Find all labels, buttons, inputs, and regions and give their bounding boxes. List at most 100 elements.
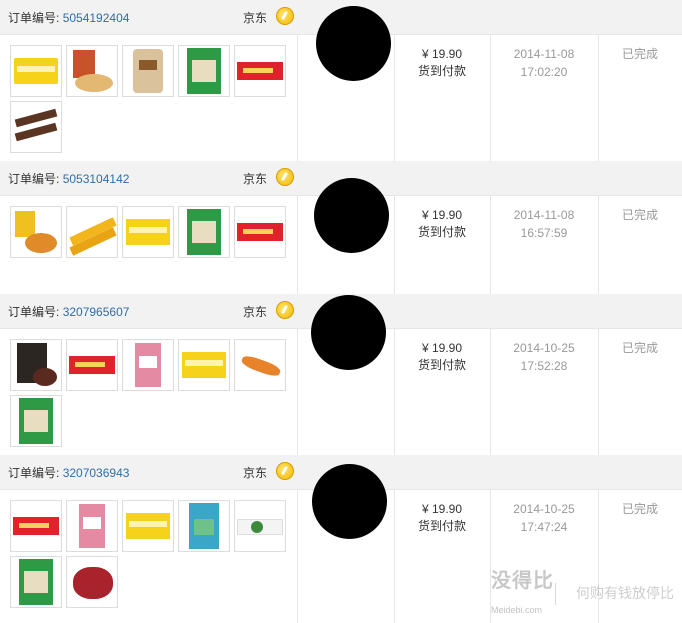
avatar-redacted <box>316 6 391 81</box>
wafer-window-icon <box>192 221 216 243</box>
payment-method: 货到付款 <box>417 225 466 239</box>
order-number-label: 订单编号: <box>8 172 60 186</box>
product-thumbnail[interactable] <box>10 206 62 258</box>
wafer-stripe-icon <box>75 362 105 367</box>
order-status: 已完成 <box>621 47 658 61</box>
wafer-stripe-icon <box>243 229 273 234</box>
order-date: 2014-10-25 <box>513 502 575 516</box>
payment-method: 货到付款 <box>417 519 466 533</box>
product-thumbnail[interactable] <box>234 45 286 97</box>
order-time: 17:47:24 <box>520 520 568 534</box>
watermark-divider <box>555 583 556 605</box>
product-thumbnail[interactable] <box>178 339 230 391</box>
order-datetime: 2014-10-25 17:47:24 <box>490 500 598 536</box>
product-thumbnail[interactable] <box>178 206 230 258</box>
green-candy-icon <box>251 521 263 533</box>
order-number-row: 订单编号: 3207965607 <box>8 303 129 320</box>
product-thumbnail[interactable] <box>122 206 174 258</box>
order-number-link[interactable]: 3207036943 <box>63 466 130 480</box>
column-divider <box>297 35 298 161</box>
watermark-brand: 没得比 <box>491 568 554 592</box>
dried-fish-icon <box>240 353 282 379</box>
avatar-redacted <box>314 178 389 253</box>
wafer-stripe-icon <box>185 360 223 366</box>
price-cell: ¥ 19.90 货到付款 <box>394 340 490 374</box>
peanut-pile-icon <box>75 74 113 92</box>
order-number-link[interactable]: 5054192404 <box>63 11 130 25</box>
product-thumbnail[interactable] <box>122 500 174 552</box>
order-number-link[interactable]: 5053104142 <box>63 172 130 186</box>
wafer-window-icon <box>192 60 216 82</box>
wafer-stripe-icon <box>243 68 273 73</box>
order-price: ¥ 19.90 <box>421 502 463 516</box>
watermark-site: Meidebi.com <box>490 605 542 615</box>
order-status: 已完成 <box>621 208 658 222</box>
order-number-link[interactable]: 3207965607 <box>63 305 130 319</box>
order-datetime: 2014-11-08 16:57:59 <box>490 206 598 242</box>
product-thumbnail[interactable] <box>122 339 174 391</box>
product-thumbnail[interactable] <box>10 45 62 97</box>
dried-fruit-icon <box>33 368 57 386</box>
order-date: 2014-11-08 <box>513 208 575 222</box>
shop-name: 京东 <box>243 466 268 480</box>
order-card: 订单编号: 3207036943 京东 ¥ 19.90 货到付款 2014-10-… <box>0 455 682 623</box>
column-divider <box>297 329 298 455</box>
product-thumbnail[interactable] <box>66 500 118 552</box>
order-number-label: 订单编号: <box>8 466 60 480</box>
order-number-label: 订单编号: <box>8 11 60 25</box>
snack-bag-icon <box>15 211 35 237</box>
jd-shop-icon[interactable] <box>276 7 294 25</box>
order-price: ¥ 19.90 <box>421 341 463 355</box>
order-body: ¥ 19.90 货到付款 2014-10-25 17:47:24 已完成 没得比 M… <box>0 464 682 623</box>
product-thumbnail[interactable] <box>66 339 118 391</box>
order-card: 订单编号: 5054192404 京东 ¥ 19.90 货到付款 2014-11-… <box>0 0 682 161</box>
product-thumbnail[interactable] <box>178 500 230 552</box>
label-icon <box>139 60 157 70</box>
fried-snack-pile-icon <box>25 233 57 253</box>
product-thumbnail[interactable] <box>10 101 62 153</box>
label-icon <box>83 517 101 529</box>
order-number-row: 订单编号: 5054192404 <box>8 9 129 26</box>
product-thumbnail[interactable] <box>66 45 118 97</box>
product-thumbnail[interactable] <box>10 500 62 552</box>
order-body: ¥ 19.90 货到付款 2014-11-08 16:57:59 已完成 <box>0 178 682 294</box>
price-cell: ¥ 19.90 货到付款 <box>394 46 490 80</box>
wafer-stripe-icon <box>17 66 55 72</box>
wafer-stripe-icon <box>19 523 49 528</box>
product-thumbnail[interactable] <box>234 339 286 391</box>
jd-shop-icon[interactable] <box>276 168 294 186</box>
order-status: 已完成 <box>621 341 658 355</box>
product-thumbnail[interactable] <box>122 45 174 97</box>
product-thumbnail[interactable] <box>66 206 118 258</box>
order-time: 16:57:59 <box>520 226 568 240</box>
product-thumbnail[interactable] <box>66 556 118 608</box>
jd-shop-icon[interactable] <box>276 462 294 480</box>
product-thumbnail[interactable] <box>234 500 286 552</box>
wafer-stripe-icon <box>129 227 167 233</box>
label-icon <box>194 519 214 535</box>
payment-method: 货到付款 <box>417 64 466 78</box>
price-cell: ¥ 19.90 货到付款 <box>394 501 490 535</box>
product-thumbnail[interactable] <box>10 556 62 608</box>
price-cell: ¥ 19.90 货到付款 <box>394 207 490 241</box>
product-thumbnail[interactable] <box>10 339 62 391</box>
shop-name: 京东 <box>243 11 268 25</box>
order-body: ¥ 19.90 货到付款 2014-10-25 17:52:28 已完成 <box>0 295 682 455</box>
order-time: 17:02:20 <box>520 65 568 79</box>
avatar-redacted <box>312 464 387 539</box>
cracker-bag-icon <box>133 49 163 93</box>
order-price: ¥ 19.90 <box>421 47 463 61</box>
order-card: 订单编号: 5053104142 京东 ¥ 19.90 货到付款 2014-11-… <box>0 161 682 294</box>
wafer-stripe-icon <box>129 521 167 527</box>
column-divider <box>297 490 298 623</box>
product-thumbnail[interactable] <box>10 395 62 447</box>
label-icon <box>139 356 157 368</box>
order-number-row: 订单编号: 3207036943 <box>8 464 129 481</box>
product-thumbnail[interactable] <box>178 45 230 97</box>
wafer-window-icon <box>24 410 48 432</box>
order-price: ¥ 19.90 <box>421 208 463 222</box>
product-thumbnail[interactable] <box>234 206 286 258</box>
order-datetime: 2014-10-25 17:52:28 <box>490 339 598 375</box>
jd-shop-icon[interactable] <box>276 301 294 319</box>
wafer-window-icon <box>24 571 48 593</box>
